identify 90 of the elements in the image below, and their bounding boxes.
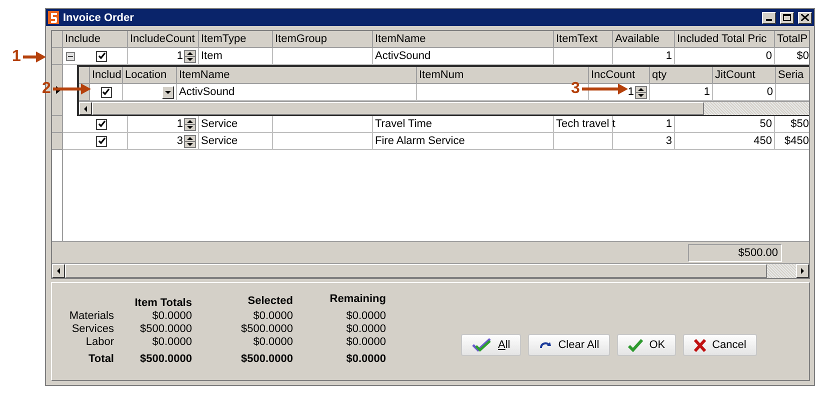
amount-value: $0.0000	[346, 336, 386, 348]
amount-value: $500.0000	[140, 352, 192, 365]
amount-value: $0.0000	[253, 336, 293, 348]
double-check-icon	[472, 338, 492, 352]
column-header[interactable]: qty	[650, 67, 713, 84]
action-button[interactable]: All	[461, 334, 522, 356]
window-title: Invoice Order	[63, 12, 135, 24]
column-header[interactable]: Seria	[776, 67, 809, 84]
column-header: Item Totals	[134, 296, 192, 309]
table-cell: 50	[675, 116, 775, 133]
collapse-toggle[interactable]	[66, 52, 75, 60]
table-cell: 1	[128, 116, 199, 133]
app-logo-icon	[48, 11, 59, 24]
checkbox[interactable]	[96, 118, 107, 130]
amount-value: $500.0000	[140, 323, 192, 335]
spinner-control[interactable]	[184, 50, 196, 62]
column-header[interactable]: IncludeCount	[128, 31, 199, 48]
row-label: Labor	[86, 336, 114, 348]
left-arrow-icon	[84, 106, 87, 112]
column-header[interactable]: Location	[123, 67, 177, 84]
row-label: Services	[72, 323, 114, 335]
close-icon	[801, 14, 809, 21]
curved-arrow-icon	[539, 340, 552, 350]
column-header[interactable]: ItemGroup	[273, 31, 373, 48]
scroll-right-button[interactable]	[796, 264, 809, 278]
left-arrow-icon	[57, 268, 60, 274]
column-header[interactable]: ItemText	[554, 31, 613, 48]
amount-value: $0.0000	[152, 310, 192, 322]
checkbox[interactable]	[96, 50, 107, 62]
amount-value: $500.0000	[241, 352, 293, 365]
callout-number: 1	[12, 48, 21, 66]
scroll-left-button[interactable]	[79, 102, 92, 115]
table-cell: 450	[675, 133, 775, 150]
spinner-control[interactable]	[184, 134, 196, 148]
table-cell: Service	[199, 116, 273, 133]
scroll-left-button[interactable]	[52, 264, 65, 278]
right-arrow-icon	[801, 268, 804, 274]
column-header[interactable]: Available	[613, 31, 675, 48]
maximize-icon	[783, 14, 791, 21]
caret-icon	[165, 90, 171, 94]
column-header[interactable]: ItemName	[373, 31, 554, 48]
action-button[interactable]: OK	[617, 334, 676, 356]
table-cell: 3	[128, 133, 199, 150]
grand-total-value: $500.00	[688, 244, 782, 262]
callout-arrow-icon	[52, 83, 91, 95]
column-header[interactable]: IncCount	[589, 67, 650, 84]
amount-value: $0.0000	[346, 323, 386, 335]
column-header[interactable]: ItemName	[177, 67, 417, 84]
table-cell: 3	[613, 133, 675, 150]
spinner-control[interactable]	[184, 118, 196, 130]
callout-number: 2	[42, 80, 51, 98]
column-header[interactable]: ItemType	[199, 31, 273, 48]
column-header[interactable]: Include	[63, 31, 128, 48]
callout-arrow-icon	[582, 83, 628, 95]
spinner-control[interactable]	[635, 86, 647, 98]
table-cell: $50	[775, 116, 809, 133]
amount-value: $0.0000	[346, 352, 386, 365]
action-button[interactable]: Cancel	[683, 334, 758, 356]
callout-arrow-icon	[22, 51, 46, 63]
column-header[interactable]: Includ	[90, 67, 123, 84]
column-header[interactable]: TotalP	[775, 31, 809, 48]
minimize-button[interactable]	[762, 12, 776, 24]
row-header[interactable]	[52, 65, 63, 116]
column-header[interactable]: JitCount	[713, 67, 776, 84]
column-header: Remaining	[328, 293, 386, 307]
table-cell: Fire Alarm Service	[373, 133, 554, 150]
column-header[interactable]: Included Total Pric	[675, 31, 775, 48]
amount-value: $0.0000	[346, 310, 386, 322]
table-cell: Travel Time	[373, 116, 554, 133]
minus-icon	[68, 54, 73, 58]
row-label: Total	[88, 352, 114, 365]
action-button[interactable]: Clear All	[528, 334, 610, 356]
table-cell: $450	[775, 133, 809, 150]
scrollbar-thumb[interactable]	[92, 102, 704, 115]
checkmark-icon	[628, 338, 644, 352]
close-button[interactable]	[798, 12, 812, 24]
dropdown-button[interactable]	[162, 86, 174, 98]
table-cell: Tech travel t	[554, 116, 613, 133]
amount-value: $0.0000	[253, 310, 293, 322]
checkbox[interactable]	[96, 136, 107, 146]
scrollbar-track[interactable]	[79, 101, 809, 115]
amount-value: $0.0000	[152, 336, 192, 348]
column-header: Selected	[246, 294, 293, 309]
amount-value: $500.0000	[241, 323, 293, 335]
table-cell	[554, 133, 613, 150]
maximize-button[interactable]	[780, 12, 794, 24]
cross-icon	[694, 338, 706, 352]
table-cell: Service	[199, 133, 273, 150]
checkbox[interactable]	[100, 86, 112, 98]
row-label: Materials	[69, 310, 114, 322]
